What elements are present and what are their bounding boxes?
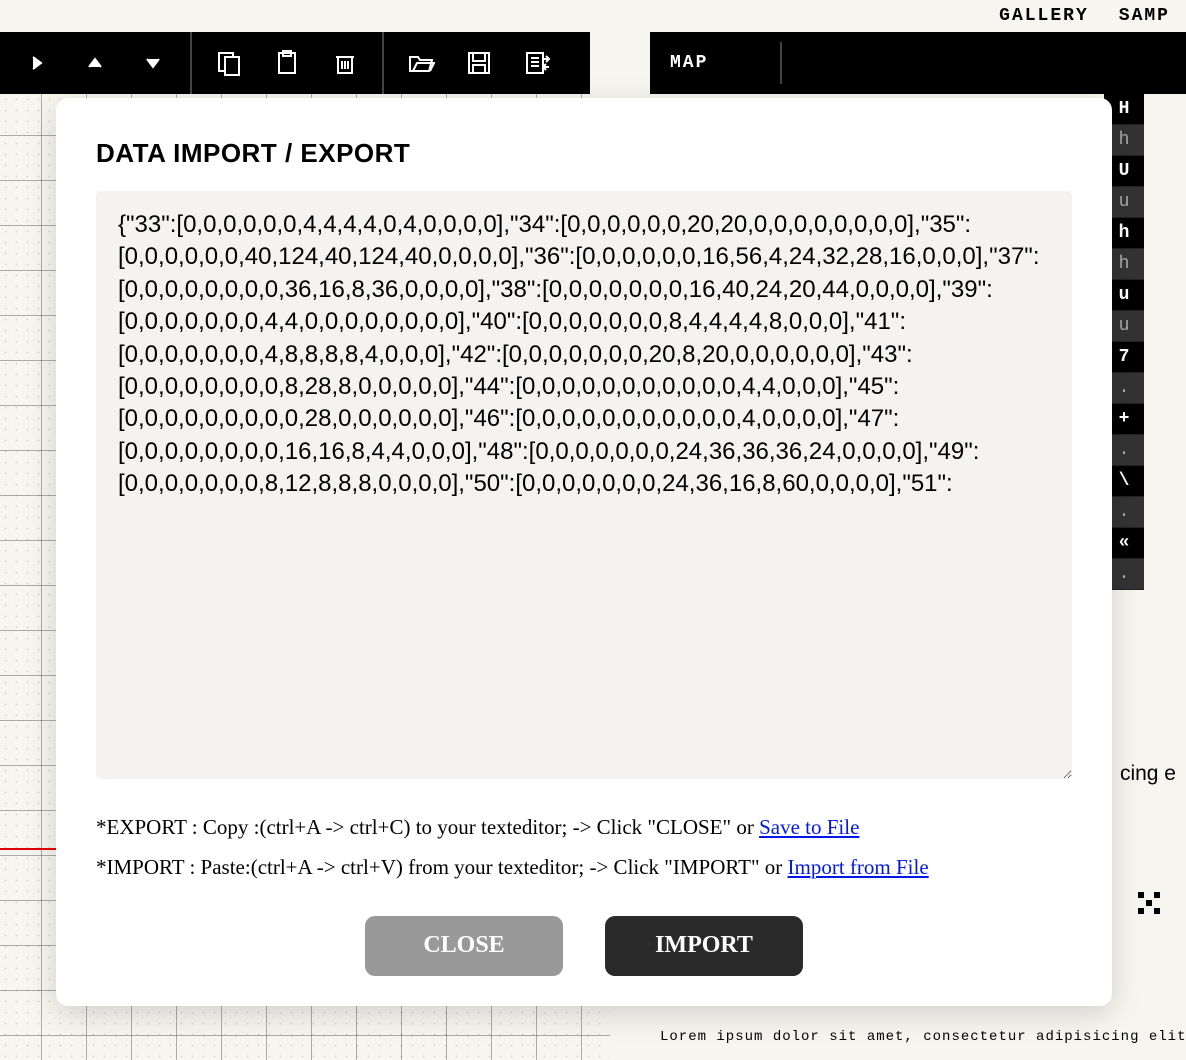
modal-title: DATA IMPORT / EXPORT [96,138,1072,169]
nav-down-icon[interactable] [124,32,182,94]
paste-icon[interactable] [258,32,316,94]
top-nav: GALLERY SAMP [983,0,1186,32]
import-hint-text: *IMPORT : Paste:(ctrl+A -> ctrl+V) from … [96,855,788,879]
nav-sample[interactable]: SAMP [1119,6,1170,26]
preview-body: Lorem ipsum dolor sit amet, consectetur … [660,1025,1186,1050]
overflow-text: cing e [1120,762,1176,786]
tab-divider [780,42,782,84]
export-hint-text: *EXPORT : Copy :(ctrl+A -> ctrl+C) to yo… [96,815,759,839]
import-button[interactable]: IMPORT [605,916,803,976]
export-icon[interactable] [508,32,566,94]
map-label[interactable]: MAP [670,53,708,73]
pixel-glyph-icon [1136,890,1164,923]
nav-right-icon[interactable] [8,32,66,94]
nav-gallery[interactable]: GALLERY [999,6,1089,26]
import-from-file-link[interactable]: Import from File [788,855,929,879]
trash-icon[interactable] [316,32,374,94]
close-button[interactable]: CLOSE [365,916,563,976]
save-to-file-link[interactable]: Save to File [759,815,859,839]
open-icon[interactable] [392,32,450,94]
toolbar [0,32,590,94]
data-textarea[interactable] [96,191,1072,779]
red-guideline [0,848,60,850]
nav-up-icon[interactable] [66,32,124,94]
map-tab: MAP [650,32,1186,94]
modal-hints: *EXPORT : Copy :(ctrl+A -> ctrl+C) to yo… [96,808,1072,888]
import-export-modal: DATA IMPORT / EXPORT *EXPORT : Copy :(ct… [56,98,1112,1006]
copy-icon[interactable] [200,32,258,94]
save-icon[interactable] [450,32,508,94]
